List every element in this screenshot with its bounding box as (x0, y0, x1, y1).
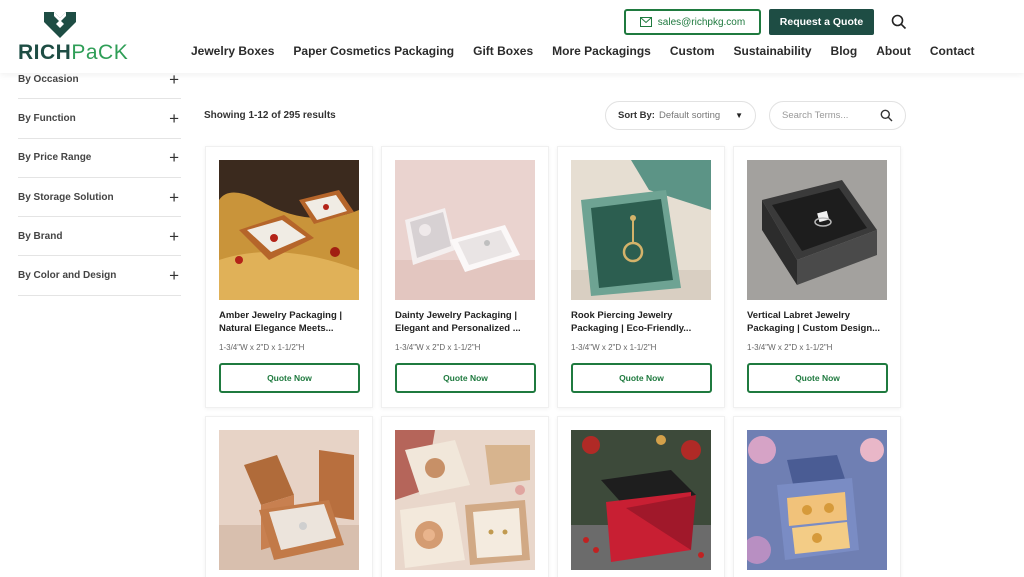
nav-more-packagings[interactable]: More Packagings (552, 44, 651, 58)
search-field[interactable]: Search Terms... (769, 101, 906, 130)
site-header: RICHPaCK Jewelry Boxes Paper Cosmetics P… (0, 0, 1024, 73)
filter-sidebar: By Occasion + By Function + By Price Range… (18, 60, 181, 296)
product-image[interactable] (395, 430, 535, 570)
plus-icon[interactable]: + (169, 110, 179, 127)
nav-blog[interactable]: Blog (831, 44, 858, 58)
product-image[interactable] (219, 430, 359, 570)
plus-icon[interactable]: + (169, 71, 179, 88)
product-image[interactable] (571, 430, 711, 570)
email-text: sales@richpkg.com (657, 16, 746, 28)
product-image[interactable] (395, 160, 535, 300)
search-input[interactable]: Search Terms... (782, 110, 848, 121)
sort-dropdown[interactable]: Sort By: Default sorting ▼ (605, 101, 756, 130)
results-count: Showing 1-12 of 295 results (204, 110, 336, 121)
product-title[interactable]: Amber Jewelry Packaging | Natural Elegan… (219, 309, 359, 335)
email-button[interactable]: sales@richpkg.com (624, 9, 761, 35)
quote-now-button[interactable]: Quote Now (219, 363, 360, 393)
product-card[interactable] (733, 416, 901, 577)
filter-by-color-and-design[interactable]: By Color and Design + (18, 256, 181, 296)
search-icon[interactable] (891, 14, 907, 30)
nav-custom[interactable]: Custom (670, 44, 715, 58)
product-title[interactable]: Vertical Labret Jewelry Packaging | Cust… (747, 309, 887, 335)
quote-now-button[interactable]: Quote Now (395, 363, 536, 393)
product-title[interactable]: Dainty Jewelry Packaging | Elegant and P… (395, 309, 535, 335)
filter-by-price-range[interactable]: By Price Range + (18, 139, 181, 178)
plus-icon[interactable]: + (169, 149, 179, 166)
product-card[interactable] (381, 416, 549, 577)
nav-sustainability[interactable]: Sustainability (734, 44, 812, 58)
product-card[interactable]: Amber Jewelry Packaging | Natural Elegan… (205, 146, 373, 408)
product-card[interactable]: Dainty Jewelry Packaging | Elegant and P… (381, 146, 549, 408)
filter-by-function[interactable]: By Function + (18, 99, 181, 139)
nav-gift-boxes[interactable]: Gift Boxes (473, 44, 533, 58)
plus-icon[interactable]: + (169, 267, 179, 284)
request-quote-button[interactable]: Request a Quote (769, 9, 874, 35)
quote-now-button[interactable]: Quote Now (571, 363, 712, 393)
product-title[interactable]: Rook Piercing Jewelry Packaging | Eco-Fr… (571, 309, 711, 335)
plus-icon[interactable]: + (169, 189, 179, 206)
filter-by-brand[interactable]: By Brand + (18, 217, 181, 257)
sort-value: Default sorting (658, 110, 721, 121)
logo-heart-icon (44, 12, 76, 38)
product-dimensions: 1-3/4"W x 2"D x 1-1/2"H (395, 343, 481, 352)
product-card[interactable]: Rook Piercing Jewelry Packaging | Eco-Fr… (557, 146, 725, 408)
product-card[interactable]: Vertical Labret Jewelry Packaging | Cust… (733, 146, 901, 408)
product-dimensions: 1-3/4"W x 2"D x 1-1/2"H (219, 343, 305, 352)
product-image[interactable] (219, 160, 359, 300)
nav-about[interactable]: About (876, 44, 911, 58)
search-icon[interactable] (880, 109, 893, 122)
nav-contact[interactable]: Contact (930, 44, 975, 58)
nav-paper-cosmetics-packaging[interactable]: Paper Cosmetics Packaging (293, 44, 454, 58)
product-image[interactable] (747, 160, 887, 300)
plus-icon[interactable]: + (169, 228, 179, 245)
richpack-logo[interactable]: RICHPaCK (18, 8, 128, 64)
logo-wordmark: RICHPaCK (18, 41, 129, 64)
nav-jewelry-boxes[interactable]: Jewelry Boxes (191, 44, 274, 58)
quote-now-button[interactable]: Quote Now (747, 363, 888, 393)
filter-label: By Storage Solution (18, 191, 114, 203)
filter-label: By Price Range (18, 152, 92, 164)
product-card[interactable] (205, 416, 373, 577)
product-card[interactable] (557, 416, 725, 577)
filter-by-storage-solution[interactable]: By Storage Solution + (18, 178, 181, 218)
envelope-icon (639, 17, 652, 27)
filter-label: By Brand (18, 230, 63, 242)
product-image[interactable] (571, 160, 711, 300)
caret-down-icon: ▼ (735, 111, 743, 120)
filter-label: By Occasion (18, 73, 79, 85)
filter-label: By Function (18, 112, 76, 124)
product-dimensions: 1-3/4"W x 2"D x 1-1/2"H (571, 343, 657, 352)
filter-label: By Color and Design (18, 270, 117, 282)
main-nav: Jewelry Boxes Paper Cosmetics Packaging … (191, 44, 994, 58)
product-dimensions: 1-3/4"W x 2"D x 1-1/2"H (747, 343, 833, 352)
sort-label: Sort By: (618, 110, 655, 121)
product-image[interactable] (747, 430, 887, 570)
